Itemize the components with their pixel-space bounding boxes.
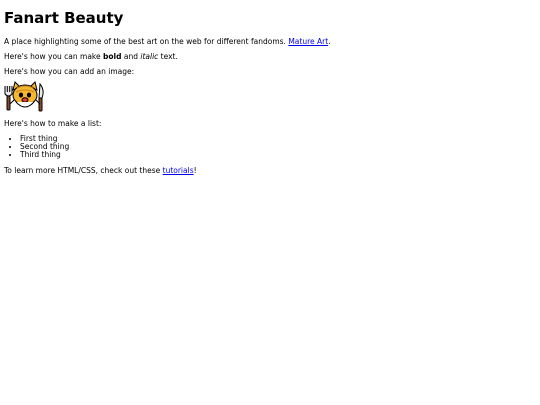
learn-prefix: To learn more HTML/CSS, check out these xyxy=(4,166,163,175)
intro-suffix: . xyxy=(328,37,331,46)
page: Fanart Beauty A place highlighting some … xyxy=(0,0,540,405)
tutorials-link[interactable]: tutorials xyxy=(163,166,194,175)
italic-text: italic xyxy=(140,52,159,61)
intro-paragraph: A place highlighting some of the best ar… xyxy=(4,37,540,46)
list-item: First thing xyxy=(20,135,540,143)
format-middle: and xyxy=(121,52,141,61)
learn-suffix: ! xyxy=(193,166,197,175)
mature-art-link[interactable]: Mature Art xyxy=(288,37,328,46)
bold-text: bold xyxy=(103,52,122,61)
list-paragraph: Here's how to make a list: xyxy=(4,119,102,128)
image-paragraph: Here's how you can add an image: xyxy=(4,67,135,76)
list-item: Second thing xyxy=(20,143,540,151)
list-item: Third thing xyxy=(20,151,540,159)
intro-text: A place highlighting some of the best ar… xyxy=(4,37,289,46)
cat-with-fork-and-knife-icon xyxy=(4,80,46,114)
format-prefix: Here's how you can make xyxy=(4,52,103,61)
learn-paragraph: To learn more HTML/CSS, check out these … xyxy=(4,166,540,175)
format-suffix: text. xyxy=(158,52,178,61)
format-paragraph: Here's how you can make bold and italic … xyxy=(4,52,540,61)
example-list: First thing Second thing Third thing xyxy=(4,135,540,159)
page-title: Fanart Beauty xyxy=(4,9,124,27)
